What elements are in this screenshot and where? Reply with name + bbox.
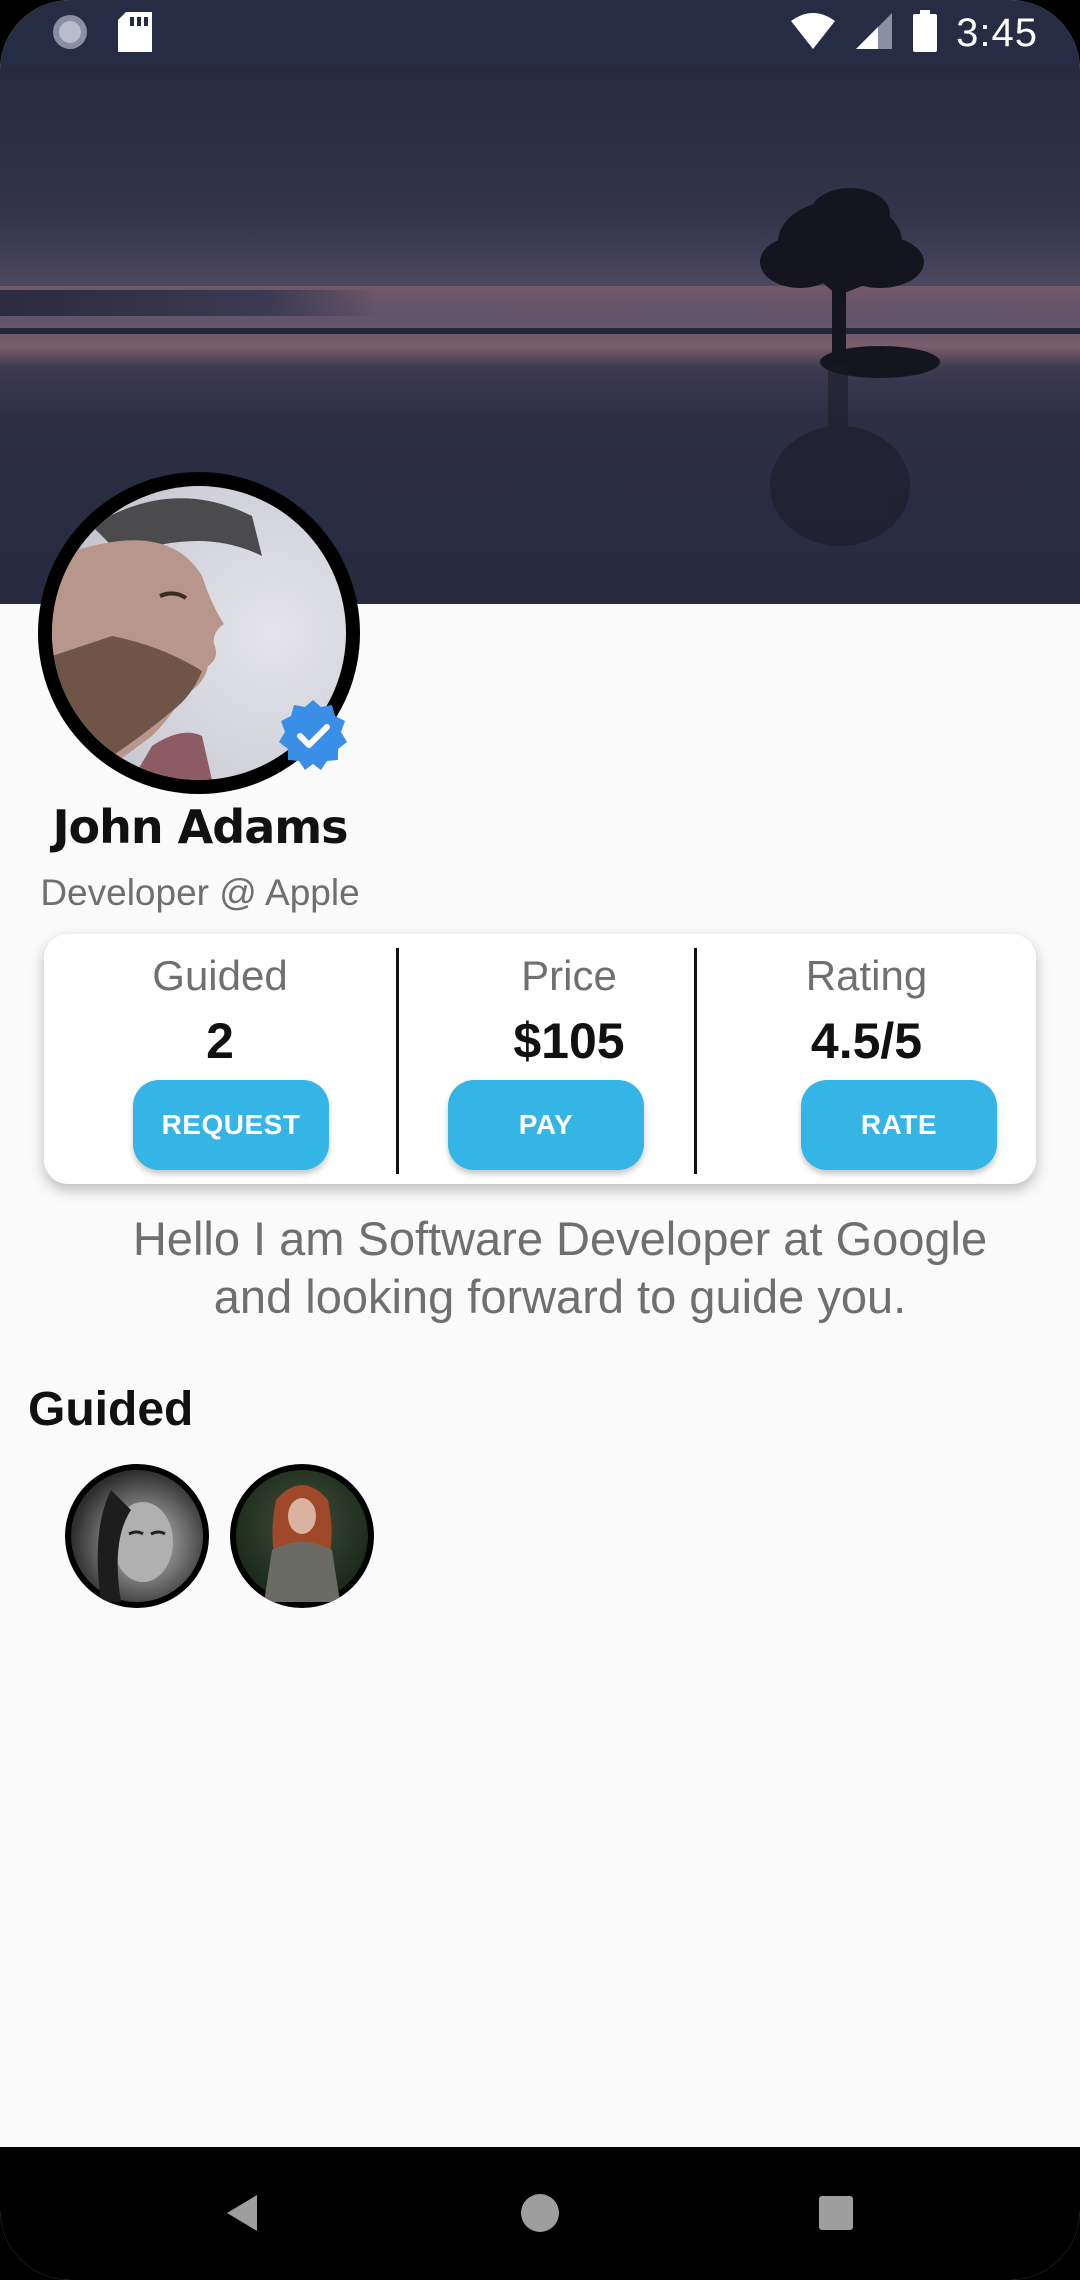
phone-screen: 3:45 John Adams Developer @ Apple Guided…: [0, 0, 1080, 2280]
stat-label: Rating: [805, 952, 928, 999]
status-time: 3:45: [956, 11, 1038, 55]
stat-label: Price: [521, 952, 617, 999]
recents-icon[interactable]: [806, 2183, 866, 2243]
verified-badge-icon: [276, 698, 350, 772]
guided-avatar-2[interactable]: [230, 1464, 374, 1608]
sync-icon: [50, 12, 90, 57]
stat-value: $105: [513, 1013, 625, 1069]
stat-value: 4.5/5: [810, 1013, 923, 1069]
guided-section-title: Guided: [28, 1383, 194, 1436]
home-icon[interactable]: [510, 2183, 570, 2243]
bio-text: Hello I am Software Developer at Google …: [132, 1212, 988, 1323]
sd-card-icon: [118, 12, 152, 57]
guided-avatar-1[interactable]: [65, 1464, 209, 1608]
navigation-bar: [0, 2147, 1080, 2280]
stat-price: Price $105 PAY: [399, 934, 739, 1184]
back-icon[interactable]: [213, 2183, 273, 2243]
rate-button[interactable]: RATE: [801, 1080, 997, 1170]
profile-subtitle: Developer @ Apple: [40, 872, 360, 913]
stat-value: 2: [206, 1013, 234, 1069]
battery-icon: [912, 10, 938, 57]
wifi-icon: [790, 11, 836, 56]
stat-guided: Guided 2 REQUEST: [44, 934, 396, 1184]
profile-name: John Adams: [52, 800, 348, 854]
stat-rating: Rating 4.5/5 RATE: [697, 934, 1036, 1184]
stat-label: Guided: [152, 952, 288, 999]
request-button[interactable]: REQUEST: [133, 1080, 329, 1170]
pay-button[interactable]: PAY: [448, 1080, 644, 1170]
signal-icon: [854, 11, 894, 56]
stats-card: Guided 2 REQUEST Price $105 PAY Rating 4…: [44, 934, 1036, 1184]
status-bar: 3:45: [0, 0, 1080, 66]
